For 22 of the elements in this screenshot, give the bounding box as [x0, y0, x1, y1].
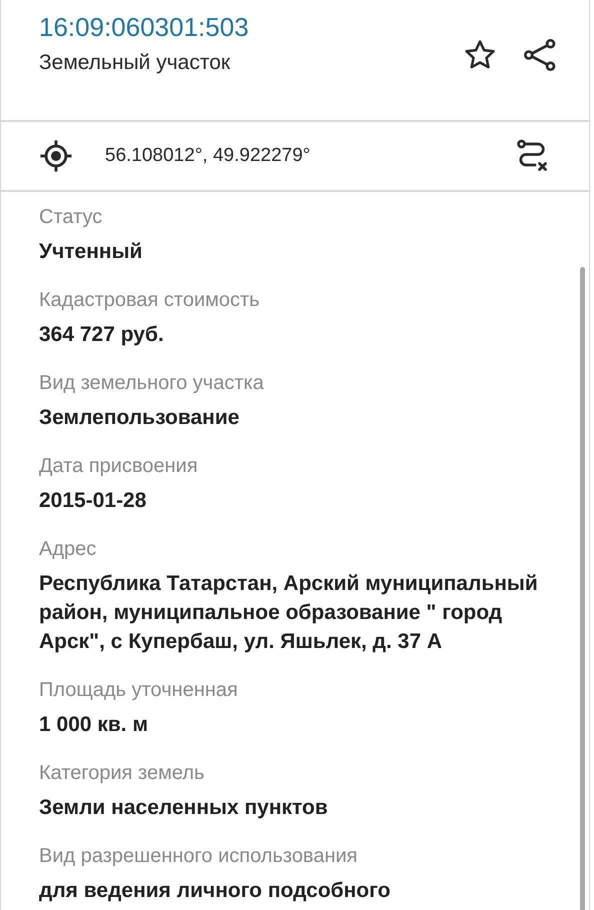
- coordinates: 56.108012°, 49.922279°: [105, 145, 312, 167]
- field-value: Учтенный: [39, 239, 144, 265]
- location-target-icon: [39, 139, 73, 173]
- field-label: Вид разрешенного использования: [39, 845, 359, 868]
- field-label: Вид земельного участка: [39, 372, 265, 395]
- object-type: Земельный участок: [39, 51, 232, 75]
- cadastral-number: 16:09:060301:503: [39, 12, 249, 43]
- field-label: Кадастровая стоимость: [39, 289, 261, 312]
- field-value: для ведения личного подсобного: [39, 878, 392, 904]
- field-value: 2015-01-28: [39, 488, 148, 514]
- route-icon: [514, 138, 550, 174]
- field-label: Площадь уточненная: [39, 679, 239, 702]
- field-value: 364 727 руб.: [39, 322, 165, 348]
- field-value: Земли населенных пунктов: [39, 795, 329, 821]
- share-icon: [522, 37, 558, 73]
- field-label: Статус: [39, 206, 104, 229]
- field-label: Категория земель: [39, 762, 206, 785]
- field-value: 1 000 кв. м: [39, 712, 150, 738]
- field-label: Дата присвоения: [39, 455, 199, 478]
- field-value: Землепользование: [39, 405, 240, 431]
- field-label: Адрес: [39, 538, 98, 561]
- field-value: Республика Татарстан, Арский муниципальный район, муниципальное образование " город Арск", с Купербаш, ул. Яшьлек, д. 37 А: [39, 571, 539, 655]
